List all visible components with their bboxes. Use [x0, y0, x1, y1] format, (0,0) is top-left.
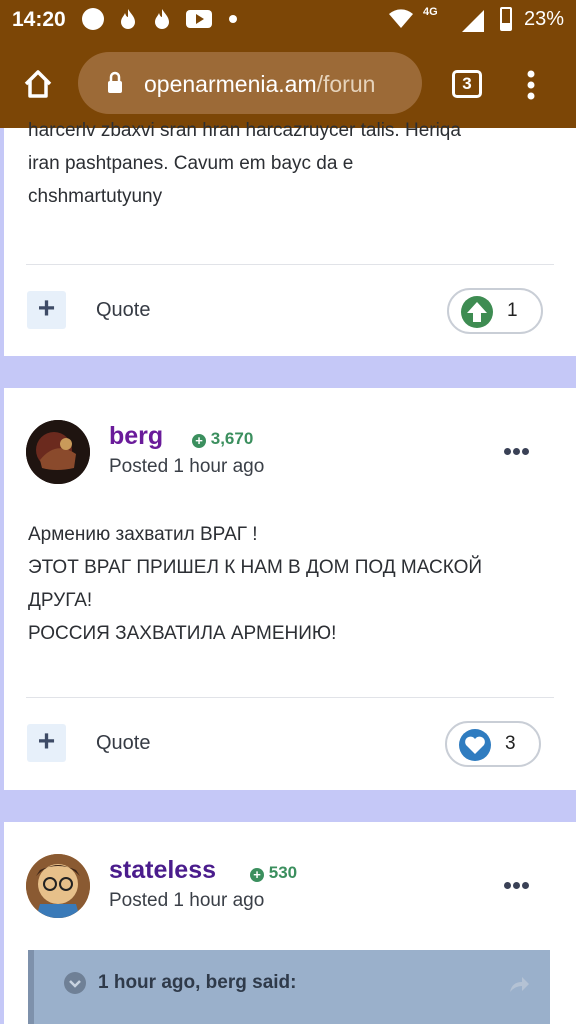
- post-body-line: chshmartutyuny: [28, 186, 163, 207]
- post-body-line: ДРУГА!: [28, 590, 93, 611]
- reaction-count: 1: [507, 300, 518, 321]
- browser-chrome: 14:20 4G 23% openarmenia.am/forun 3: [0, 0, 576, 128]
- status-time: 14:20: [12, 8, 66, 31]
- divider: [26, 697, 554, 698]
- reputation-badge: + 3,670: [192, 429, 253, 449]
- avatar[interactable]: [26, 420, 90, 484]
- fire-icon: [117, 8, 139, 30]
- post-body-line: ЭТОТ ВРАГ ПРИШЕЛ К НАМ В ДОМ ПОД МАСКОЙ: [28, 557, 483, 578]
- reputation-badge: + 530: [250, 863, 297, 883]
- quote-header: 1 hour ago, berg said:: [98, 972, 297, 993]
- chevron-down-icon: [69, 980, 81, 988]
- author-name[interactable]: stateless: [109, 856, 216, 885]
- network-type: 4G: [423, 6, 438, 18]
- quote-button[interactable]: Quote: [96, 299, 150, 322]
- reputation-value: 530: [268, 863, 298, 882]
- post-body-line: РОССИЯ ЗАХВАТИЛА АРМЕНИЮ!: [28, 623, 337, 644]
- reaction-count: 3: [505, 733, 516, 754]
- lock-icon: [106, 71, 124, 100]
- signal-icon: [460, 8, 486, 37]
- heart-icon: [459, 729, 491, 761]
- battery-percent: 23%: [524, 8, 565, 30]
- reaction-button[interactable]: 3: [445, 721, 541, 767]
- quoted-post: 1 hour ago, berg said:: [28, 950, 550, 1024]
- post-timestamp: Posted 1 hour ago: [109, 890, 265, 911]
- plus-circle-icon: +: [250, 868, 264, 882]
- avatar[interactable]: [26, 854, 90, 918]
- home-icon: [24, 70, 52, 98]
- post-timestamp: Posted 1 hour ago: [109, 456, 265, 477]
- plus-circle-icon: +: [192, 434, 206, 448]
- post-body-line: Армению захватил ВРАГ !: [28, 524, 258, 545]
- author-name[interactable]: berg: [109, 422, 163, 451]
- kebab-menu-icon: [527, 70, 535, 100]
- go-to-quoted-post-button[interactable]: [508, 976, 530, 999]
- multiquote-button[interactable]: +: [27, 291, 66, 329]
- multiquote-button[interactable]: +: [27, 724, 66, 762]
- quote-button[interactable]: Quote: [96, 732, 150, 755]
- url-text: openarmenia.am/forun: [144, 71, 376, 97]
- tab-switcher-button[interactable]: 3: [452, 70, 482, 98]
- wifi-icon: [388, 8, 414, 35]
- share-arrow-icon: [510, 977, 529, 992]
- divider: [26, 264, 554, 265]
- forum-post: harcerlv zbaxvi sran hran harcazruycer t…: [4, 120, 576, 356]
- post-body: harcerlv zbaxvi sran hran harcazruycer t…: [28, 114, 461, 213]
- reaction-button[interactable]: 1: [447, 288, 543, 334]
- forum-post: berg + 3,670 Posted 1 hour ago Армению з…: [4, 388, 576, 790]
- forum-post: stateless + 530 Posted 1 hour ago 1 hour…: [4, 822, 576, 1024]
- menu-button[interactable]: [527, 70, 535, 105]
- more-options-button[interactable]: [504, 442, 532, 455]
- address-bar[interactable]: openarmenia.am/forun: [78, 52, 422, 114]
- youtube-icon: [186, 10, 212, 28]
- fire-icon: [151, 8, 173, 30]
- facebook-icon: [82, 8, 104, 30]
- more-options-button[interactable]: [504, 876, 532, 889]
- post-body-line: harcerlv zbaxvi sran hran harcazruycer t…: [28, 120, 461, 141]
- status-bar: 14:20 4G 23%: [0, 0, 576, 40]
- post-body: Армению захватил ВРАГ ! ЭТОТ ВРАГ ПРИШЕЛ…: [28, 518, 482, 650]
- upvote-icon: [461, 296, 493, 328]
- home-button[interactable]: [22, 68, 54, 105]
- notification-dot-icon: [229, 15, 237, 23]
- post-body-line: iran pashtpanes. Cavum em bayc da e: [28, 153, 354, 174]
- collapse-quote-button[interactable]: [64, 972, 86, 994]
- battery-icon: [500, 7, 512, 31]
- reputation-value: 3,670: [210, 429, 254, 448]
